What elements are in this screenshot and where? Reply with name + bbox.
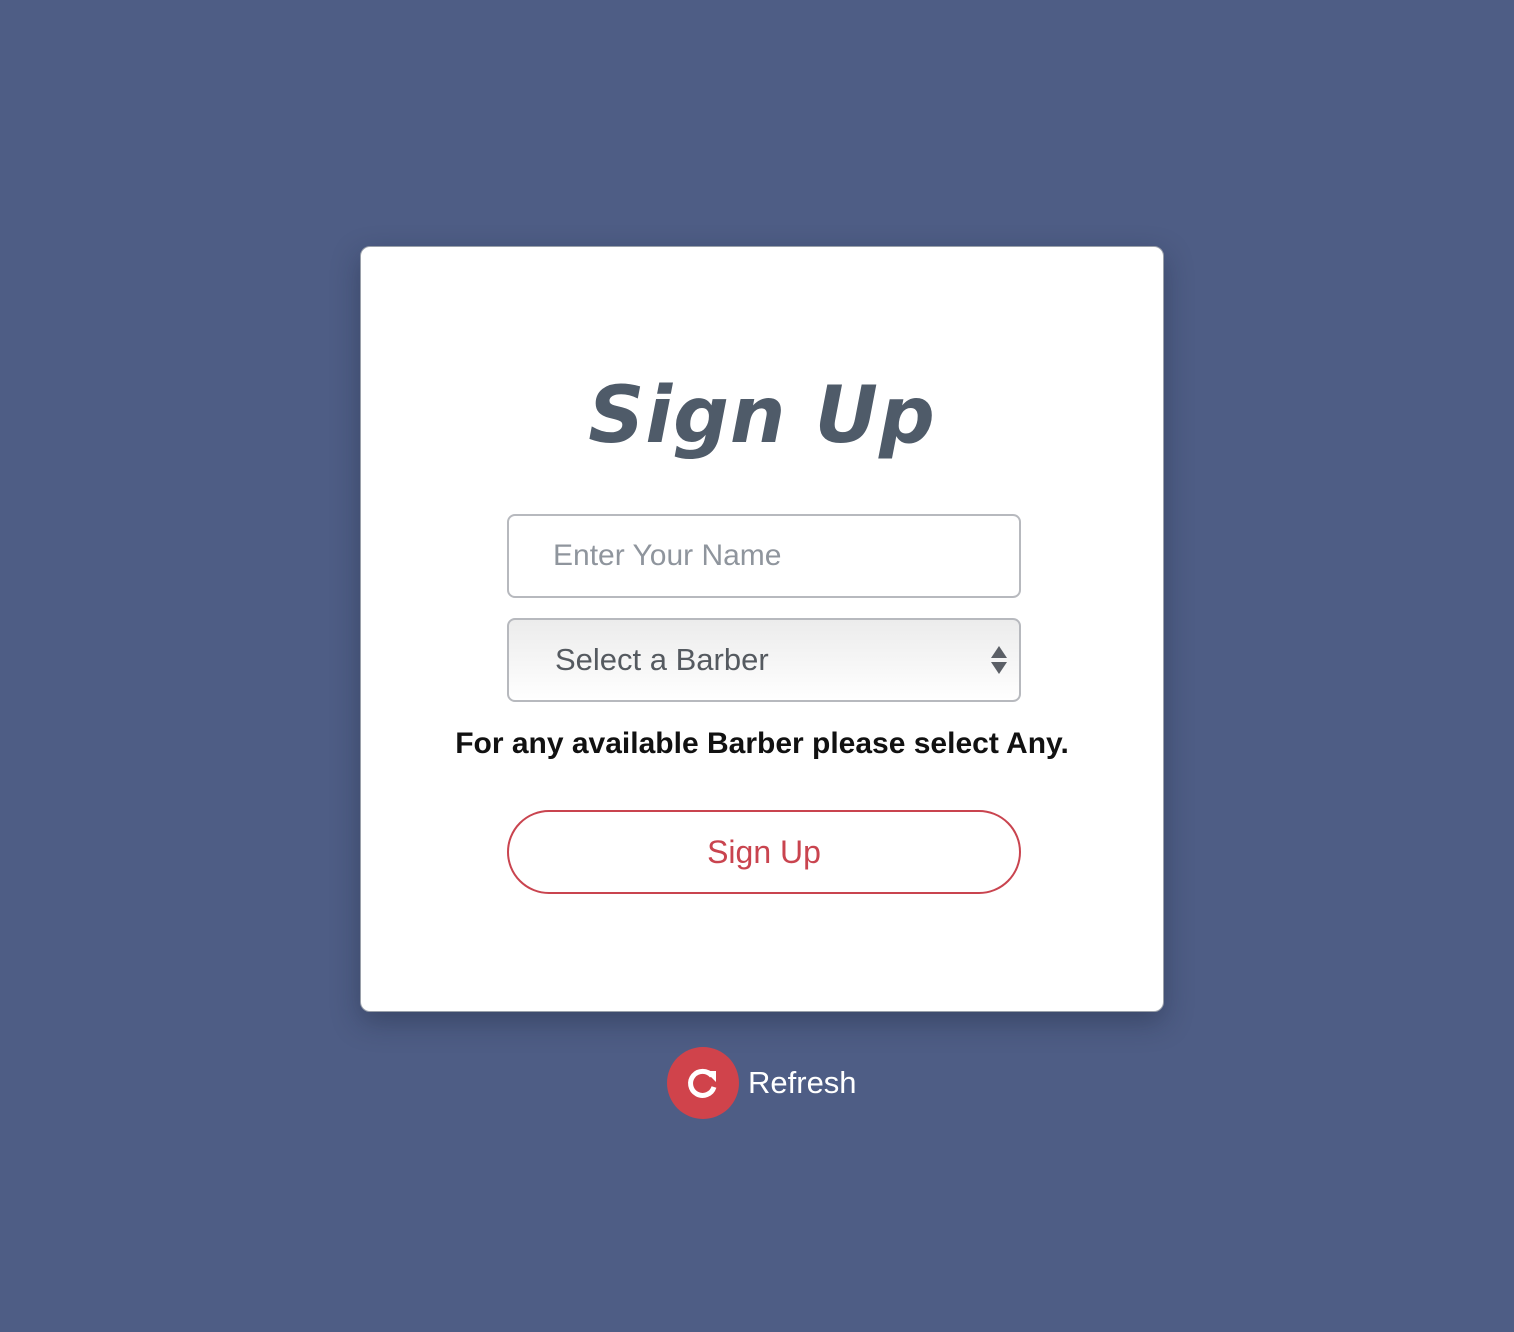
select-arrows-icon [989,644,1009,676]
signup-button[interactable]: Sign Up [507,810,1021,894]
arrow-down-icon [991,662,1007,674]
barber-hint: For any available Barber please select A… [455,727,1069,760]
barber-select-value: Select a Barber [555,642,769,677]
signup-card: Sign Up Select a Barber For any availabl… [360,246,1164,1012]
refresh-label[interactable]: Refresh [748,1065,857,1101]
refresh-icon[interactable] [667,1047,739,1119]
name-input[interactable] [507,514,1021,598]
barber-select[interactable]: Select a Barber [507,618,1021,702]
page-title: Sign Up [588,371,936,461]
refresh-button[interactable]: Refresh [667,1047,857,1119]
arrow-up-icon [991,646,1007,658]
